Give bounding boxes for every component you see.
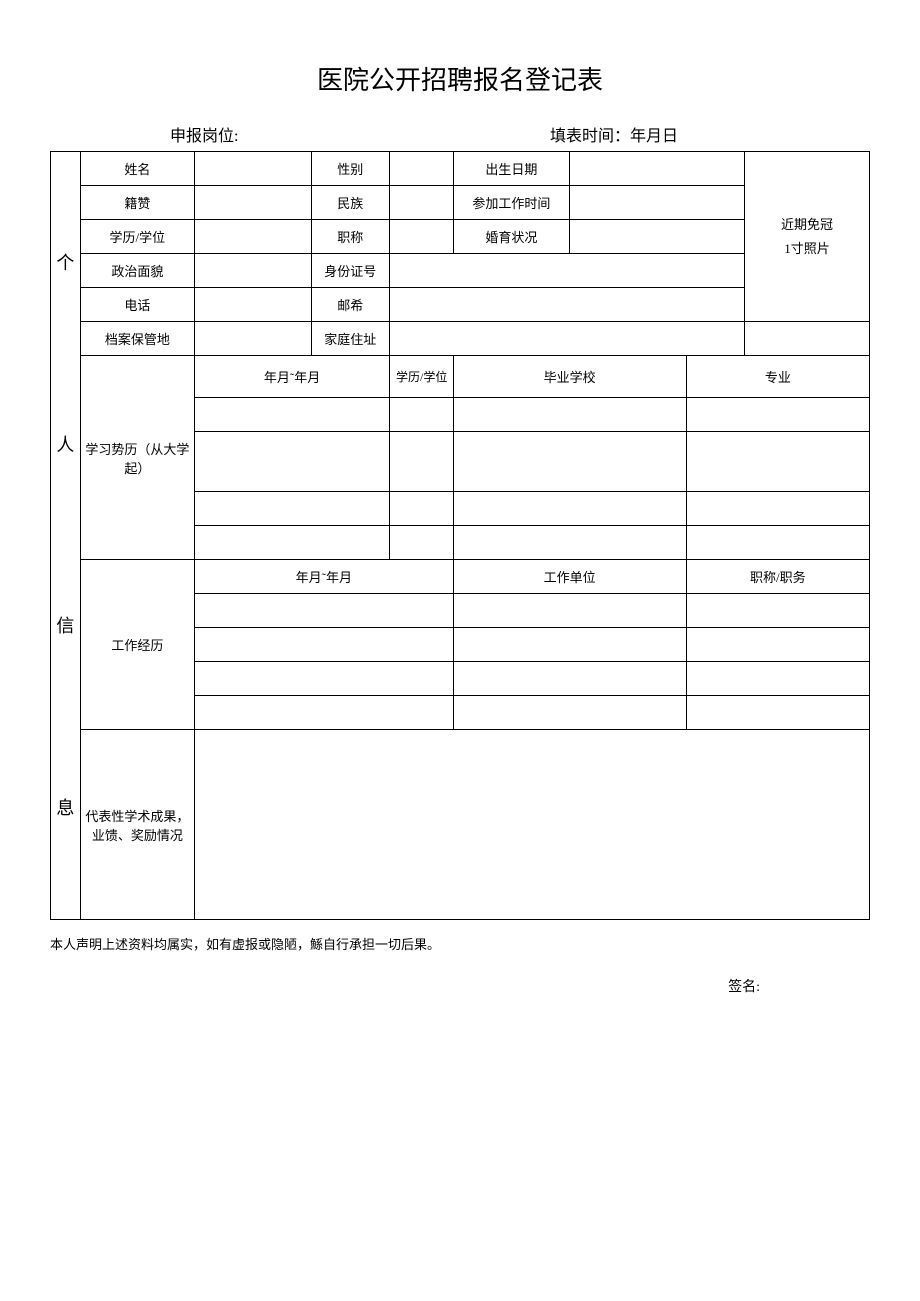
label-id: 身份证号 — [311, 254, 389, 288]
label-ethnic: 民族 — [311, 186, 389, 220]
input-achievements[interactable] — [195, 730, 870, 920]
input-id[interactable] — [390, 254, 745, 288]
work-row3-period[interactable] — [195, 662, 453, 696]
input-education[interactable] — [195, 220, 312, 254]
side-label-personal-info: 个 人 信 息 — [51, 152, 81, 920]
edu-row4-period[interactable] — [195, 526, 390, 560]
label-title: 职称 — [311, 220, 389, 254]
edu-row2-major[interactable] — [686, 432, 869, 492]
label-education-history: 学习势历（从大学起） — [80, 356, 194, 560]
input-address[interactable] — [390, 322, 745, 356]
declaration-text: 本人声明上述资料均属实，如有虚报或隐陋，鯀自行承担一切后果。 — [50, 935, 870, 956]
side-char-1: 个 — [51, 245, 80, 281]
label-work-history: 工作经历 — [80, 560, 194, 730]
work-row2-employer[interactable] — [453, 628, 686, 662]
input-marriage[interactable] — [570, 220, 745, 254]
work-row1-period[interactable] — [195, 594, 453, 628]
label-archive: 档案保管地 — [80, 322, 194, 356]
label-work-start: 参加工作时间 — [453, 186, 570, 220]
label-political: 政治面貌 — [80, 254, 194, 288]
input-native[interactable] — [195, 186, 312, 220]
work-row4-employer[interactable] — [453, 696, 686, 730]
edu-col-school: 毕业学校 — [453, 356, 686, 398]
work-col-period: 年月˜年月 — [195, 560, 453, 594]
work-row1-employer[interactable] — [453, 594, 686, 628]
work-row2-title[interactable] — [686, 628, 869, 662]
edu-row2-school[interactable] — [453, 432, 686, 492]
label-birth: 出生日期 — [453, 152, 570, 186]
label-achievements: 代表性学术成果，业馈、奖励情况 — [80, 730, 194, 920]
input-phone[interactable] — [195, 288, 312, 322]
signature-label: 签名: — [50, 976, 870, 996]
edu-row3-major[interactable] — [686, 492, 869, 526]
photo-label-line2: 1寸照片 — [784, 241, 830, 256]
input-name[interactable] — [195, 152, 312, 186]
label-marriage: 婚育状况 — [453, 220, 570, 254]
input-email[interactable] — [390, 288, 745, 322]
edu-row2-period[interactable] — [195, 432, 390, 492]
edu-col-major: 专业 — [686, 356, 869, 398]
work-col-title: 职称/职务 — [686, 560, 869, 594]
label-name: 姓名 — [80, 152, 194, 186]
input-political[interactable] — [195, 254, 312, 288]
position-label: 申报岗位: — [170, 122, 370, 146]
input-title[interactable] — [390, 220, 454, 254]
edu-row1-degree[interactable] — [390, 398, 454, 432]
label-email: 邮希 — [311, 288, 389, 322]
edu-col-period: 年月˜年月 — [195, 356, 390, 398]
edu-row3-degree[interactable] — [390, 492, 454, 526]
work-row2-period[interactable] — [195, 628, 453, 662]
work-row4-period[interactable] — [195, 696, 453, 730]
edu-row2-degree[interactable] — [390, 432, 454, 492]
input-gender[interactable] — [390, 152, 454, 186]
side-char-2: 人 — [51, 427, 80, 463]
edu-row3-school[interactable] — [453, 492, 686, 526]
edu-row3-period[interactable] — [195, 492, 390, 526]
work-row1-title[interactable] — [686, 594, 869, 628]
side-char-3: 信 — [51, 608, 80, 644]
edu-row1-major[interactable] — [686, 398, 869, 432]
input-ethnic[interactable] — [390, 186, 454, 220]
header-row: 申报岗位: 填表时间：年月日 — [50, 122, 870, 146]
empty-cell-under-photo — [744, 322, 869, 356]
input-work-start[interactable] — [570, 186, 745, 220]
edu-row4-school[interactable] — [453, 526, 686, 560]
edu-row1-school[interactable] — [453, 398, 686, 432]
label-address: 家庭住址 — [311, 322, 389, 356]
work-row4-title[interactable] — [686, 696, 869, 730]
form-title: 医院公开招聘报名登记表 — [50, 60, 870, 97]
fill-time-label: 填表时间：年月日 — [370, 122, 750, 146]
input-archive[interactable] — [195, 322, 312, 356]
label-native: 籍赞 — [80, 186, 194, 220]
work-row3-title[interactable] — [686, 662, 869, 696]
label-phone: 电话 — [80, 288, 194, 322]
edu-col-degree: 学历/学位 — [390, 356, 454, 398]
edu-row4-degree[interactable] — [390, 526, 454, 560]
edu-row4-major[interactable] — [686, 526, 869, 560]
side-char-4: 息 — [51, 790, 80, 826]
label-gender: 性别 — [311, 152, 389, 186]
edu-row1-period[interactable] — [195, 398, 390, 432]
registration-table: 个 人 信 息 姓名 性别 出生日期 近期免冠 1寸照片 籍赞 民族 参加工作时… — [50, 151, 870, 920]
photo-label-line1: 近期免冠 — [781, 217, 833, 232]
work-col-employer: 工作单位 — [453, 560, 686, 594]
label-education: 学历/学位 — [80, 220, 194, 254]
photo-area[interactable]: 近期免冠 1寸照片 — [744, 152, 869, 322]
work-row3-employer[interactable] — [453, 662, 686, 696]
input-birth[interactable] — [570, 152, 745, 186]
